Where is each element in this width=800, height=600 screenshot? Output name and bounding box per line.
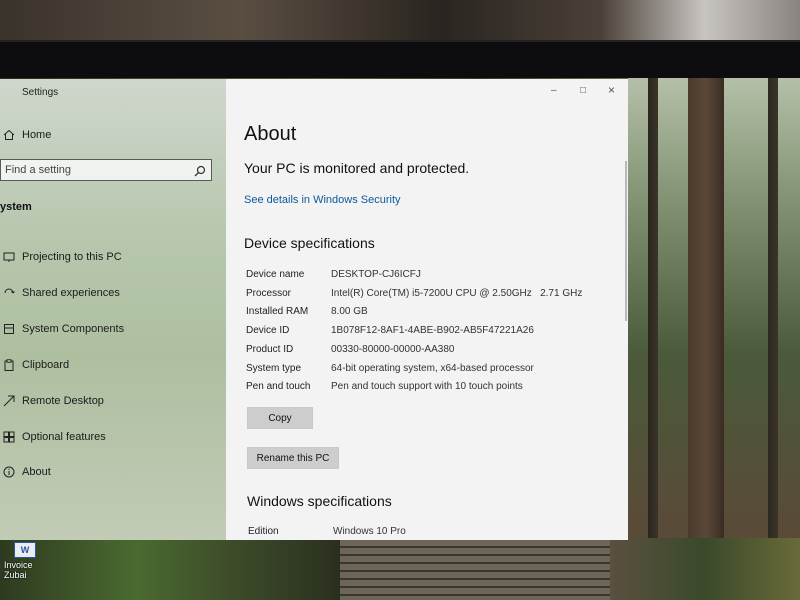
spec-row: Pen and touch Pen and touch support with… [246, 381, 626, 399]
settings-sidebar: Settings Home Find a setting ystem Proje… [0, 79, 226, 540]
spec-row: Device name DESKTOP-CJ6ICFJ [246, 269, 626, 287]
clipboard-icon [2, 358, 16, 372]
remote-desktop-icon [2, 394, 16, 408]
wallpaper-boardwalk [340, 540, 610, 600]
spec-row: Product ID 00330-80000-00000-AA380 [246, 344, 626, 362]
spec-key: Processor [246, 288, 292, 299]
spec-key: Pen and touch [246, 381, 311, 392]
desktop-icon-label: Invoice [4, 560, 33, 570]
windows-specs-heading: Windows specifications [247, 493, 392, 509]
spec-value: 00330-80000-00000-AA380 [331, 344, 455, 355]
settings-window: Settings Home Find a setting ystem Proje… [0, 79, 628, 540]
desktop-icon-label-2: Zubai [4, 570, 27, 580]
shared-experiences-icon [2, 286, 16, 300]
spec-row: Processor Intel(R) Core(TM) i5-7200U CPU… [246, 288, 626, 306]
sidebar-item-label: About [22, 466, 51, 478]
scrollbar[interactable] [625, 161, 627, 321]
word-document-icon: W [14, 542, 36, 558]
sidebar-item-label: System Components [22, 323, 125, 335]
sidebar-item-clipboard[interactable]: Clipboard [0, 354, 69, 376]
spec-key: Installed RAM [246, 306, 309, 317]
background-room [0, 0, 800, 44]
about-page: – □ × About Your PC is monitored and pro… [226, 79, 628, 540]
sidebar-section-system: ystem [0, 201, 32, 213]
window-title: Settings [22, 87, 59, 98]
sidebar-item-remote-desktop[interactable]: Remote Desktop [0, 390, 104, 412]
spec-key: Device ID [246, 325, 290, 336]
sidebar-item-label: Optional features [22, 431, 106, 443]
copy-button[interactable]: Copy [247, 407, 313, 429]
optional-features-icon [2, 430, 16, 444]
spec-key: Edition [248, 526, 279, 537]
spec-value: 8.00 GB [331, 306, 368, 317]
maximize-button[interactable]: □ [580, 85, 586, 96]
sidebar-item-system-components[interactable]: System Components [0, 318, 124, 340]
spec-key: Product ID [246, 344, 294, 355]
wallpaper-forest [628, 78, 800, 538]
sidebar-item-label: Projecting to this PC [22, 251, 122, 263]
sidebar-item-shared-experiences[interactable]: Shared experiences [0, 282, 120, 304]
home-icon [2, 128, 16, 142]
spec-value: Windows 10 Pro [333, 526, 406, 537]
rename-pc-button[interactable]: Rename this PC [247, 447, 339, 469]
search-placeholder: Find a setting [5, 164, 72, 176]
search-icon [194, 164, 206, 177]
device-specs-heading: Device specifications [244, 235, 375, 251]
spec-value: Intel(R) Core(TM) i5-7200U CPU @ 2.50GHz… [331, 288, 583, 299]
search-input[interactable]: Find a setting [0, 159, 212, 181]
projector-icon [2, 250, 16, 264]
monitor-bezel [0, 40, 800, 80]
system-components-icon [2, 322, 16, 336]
spec-row: Edition Windows 10 Pro [248, 526, 628, 540]
page-title: About [244, 123, 297, 145]
windows-security-link[interactable]: See details in Windows Security [244, 194, 401, 206]
sidebar-item-about[interactable]: About [0, 461, 51, 483]
sidebar-item-label: Home [22, 129, 52, 141]
spec-key: Device name [246, 269, 305, 280]
sidebar-item-label: Clipboard [22, 359, 70, 371]
spec-row: Installed RAM 8.00 GB [246, 306, 626, 324]
desktop-icon-invoice[interactable]: W Invoice Zubai [4, 542, 46, 600]
spec-value: 64-bit operating system, x64-based proce… [331, 363, 534, 374]
spec-key: System type [246, 363, 302, 374]
spec-row: Device ID 1B078F12-8AF1-4ABE-B902-AB5F47… [246, 325, 626, 343]
spec-value: 1B078F12-8AF1-4ABE-B902-AB5F47221A26 [331, 325, 534, 336]
sidebar-item-label: Shared experiences [22, 287, 120, 299]
minimize-button[interactable]: – [551, 85, 557, 96]
spec-row: System type 64-bit operating system, x64… [246, 363, 626, 381]
spec-value: Pen and touch support with 10 touch poin… [331, 381, 523, 392]
wallpaper-ground [610, 538, 800, 600]
sidebar-item-projecting[interactable]: Projecting to this PC [0, 246, 122, 268]
close-button[interactable]: × [608, 83, 615, 97]
sidebar-item-optional-features[interactable]: Optional features [0, 426, 106, 448]
info-icon [2, 465, 16, 479]
sidebar-item-label: Remote Desktop [22, 395, 104, 407]
wallpaper-ferns [0, 540, 340, 600]
protection-status: Your PC is monitored and protected. [244, 160, 470, 176]
spec-value: DESKTOP-CJ6ICFJ [331, 269, 421, 280]
sidebar-item-home[interactable]: Home [0, 124, 51, 146]
